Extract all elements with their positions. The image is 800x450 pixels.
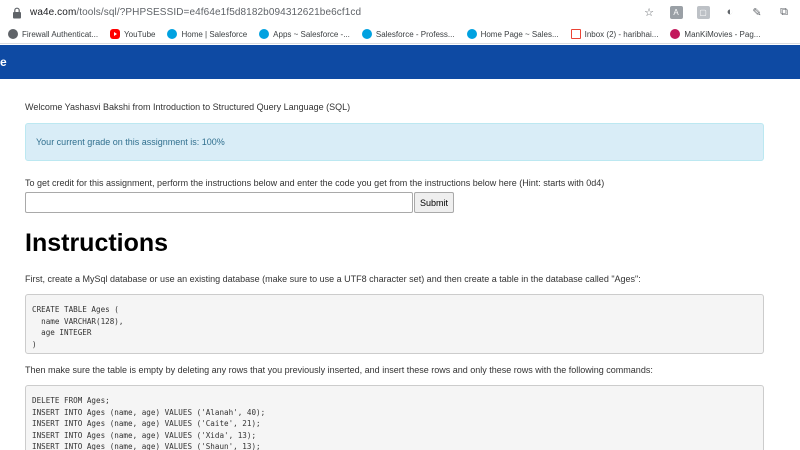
code-line: DELETE FROM Ages;	[32, 396, 110, 405]
bookmark-label: Inbox (2) - haribhai...	[584, 29, 659, 39]
pen-icon[interactable]: ✎	[749, 4, 765, 20]
star-icon[interactable]: ☆	[641, 4, 657, 20]
extension-icon[interactable]: A	[668, 4, 684, 20]
salesforce-icon	[167, 29, 178, 39]
bookmark-label: Firewall Authenticat...	[22, 29, 99, 39]
bookmark-item[interactable]: Apps ~ Salesforce -...	[259, 29, 350, 39]
grade-text: Your current grade on this assignment is…	[36, 137, 225, 147]
code-line: INSERT INTO Ages (name, age) VALUES ('Xi…	[32, 430, 257, 440]
url-text: wa4e.com/tools/sql/?PHPSESSID=e4f64e1f5d…	[30, 7, 361, 18]
globe-icon	[8, 29, 18, 39]
extension-icon[interactable]: ▢	[695, 4, 711, 20]
instruction-paragraph: First, create a MySql database or use an…	[25, 274, 641, 284]
url-host: wa4e.com	[30, 7, 77, 18]
instruction-paragraph: Then make sure the table is empty by del…	[25, 365, 653, 375]
code-block-create-table: CREATE TABLE Ages ( name VARCHAR(128), a…	[25, 294, 764, 354]
code-line: INSERT INTO Ages (name, age) VALUES ('Ca…	[32, 419, 261, 428]
code-line: CREATE TABLE Ages (	[32, 305, 119, 314]
mankimovies-icon	[670, 29, 681, 39]
salesforce-icon	[259, 29, 270, 39]
code-line: )	[32, 339, 37, 349]
bookmark-item[interactable]: Inbox (2) - haribhai...	[570, 29, 659, 39]
code-line: INSERT INTO Ages (name, age) VALUES ('Sh…	[32, 442, 261, 450]
bookmark-item[interactable]: Firewall Authenticat...	[8, 29, 98, 39]
bookmark-item[interactable]: Home Page ~ Sales...	[466, 29, 559, 39]
address-bar[interactable]: wa4e.com/tools/sql/?PHPSESSID=e4f64e1f5d…	[0, 0, 800, 25]
code-input[interactable]	[25, 192, 413, 213]
bookmark-label: Apps ~ Salesforce -...	[273, 29, 350, 39]
bookmark-label: Salesforce - Profess...	[375, 29, 455, 39]
browser-actions: ☆ A ▢ ◐ ✎ ⧉	[641, 4, 792, 20]
bookmark-label: YouTube	[124, 29, 156, 39]
code-line: age INTEGER	[32, 328, 92, 337]
site-header: e	[0, 45, 800, 79]
extension-icon[interactable]: ◐	[722, 4, 738, 20]
youtube-icon	[110, 29, 121, 39]
bookmark-item[interactable]: ManKiMovies - Pag...	[670, 29, 760, 39]
brand-link[interactable]: e	[0, 55, 7, 69]
grade-alert: Your current grade on this assignment is…	[25, 123, 764, 161]
welcome-message: Welcome Yashasvi Bakshi from Introductio…	[25, 102, 351, 112]
lock-icon	[13, 7, 21, 18]
bookmarks-bar: Firewall Authenticat... YouTube Home | S…	[0, 25, 800, 44]
bookmark-item[interactable]: Salesforce - Profess...	[361, 29, 455, 39]
gmail-icon	[570, 29, 581, 39]
bookmark-label: Home | Salesforce	[181, 29, 248, 39]
code-line: INSERT INTO Ages (name, age) VALUES ('Al…	[32, 407, 266, 417]
bookmark-item[interactable]: YouTube	[110, 29, 155, 39]
bookmark-label: Home Page ~ Sales...	[480, 29, 559, 39]
puzzle-icon[interactable]: ⧉	[776, 4, 792, 20]
credit-instructions: To get credit for this assignment, perfo…	[25, 178, 605, 188]
code-block-insert-rows: DELETE FROM Ages; INSERT INTO Ages (name…	[25, 385, 764, 450]
code-line: name VARCHAR(128),	[32, 316, 124, 326]
bookmark-label: ManKiMovies - Pag...	[684, 29, 761, 39]
page-title: Instructions	[25, 229, 169, 257]
url-path: /tools/sql/?PHPSESSID=e4f64e1f5d8182b094…	[76, 7, 362, 18]
salesforce-icon	[466, 29, 477, 39]
bookmark-item[interactable]: Home | Salesforce	[167, 29, 247, 39]
submit-button[interactable]: Submit	[414, 192, 454, 213]
salesforce-icon	[361, 29, 372, 39]
